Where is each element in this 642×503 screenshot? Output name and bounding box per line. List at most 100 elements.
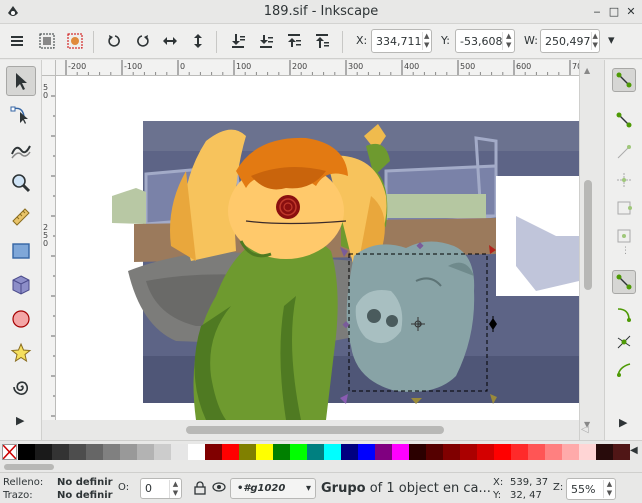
layer-dropdown[interactable]: •#g1020 ▾ — [230, 478, 316, 499]
close-button[interactable]: ✕ — [624, 5, 638, 19]
vertical-scroll-thumb[interactable] — [584, 180, 592, 290]
w-spinner[interactable]: ▲ ▼ — [590, 32, 600, 50]
lock-icon[interactable] — [194, 481, 206, 498]
rotate-cw-icon[interactable] — [131, 30, 153, 52]
color-swatch[interactable] — [494, 444, 511, 460]
snap-path-intersections-icon[interactable] — [612, 330, 636, 354]
horizontal-ruler[interactable]: -200 -100 0 100 200 300 400 500 600 700 — [56, 60, 579, 76]
color-swatch[interactable] — [69, 444, 86, 460]
w-field[interactable]: 250,497 ▲ ▼ — [540, 29, 600, 53]
flip-vertical-icon[interactable] — [187, 30, 209, 52]
snap-bbox-centers-icon[interactable] — [612, 224, 636, 248]
color-swatch[interactable] — [290, 444, 307, 460]
color-swatch[interactable] — [137, 444, 154, 460]
horizontal-scrollbar[interactable]: ◁ — [56, 420, 589, 440]
palette-scrollbar[interactable] — [0, 462, 642, 472]
snap-bbox-icon[interactable] — [612, 108, 636, 132]
opacity-spinner[interactable]: ▲ ▼ — [169, 479, 181, 498]
ellipse-tool[interactable] — [6, 304, 36, 334]
x-spinner[interactable]: ▲ ▼ — [421, 32, 432, 50]
zoom-tool[interactable] — [6, 168, 36, 198]
color-swatch[interactable] — [511, 444, 528, 460]
opacity-field[interactable]: 0 ▲ ▼ — [140, 478, 182, 499]
color-swatch[interactable] — [307, 444, 324, 460]
horizontal-scroll-thumb[interactable] — [186, 426, 444, 434]
lower-icon[interactable] — [255, 30, 277, 52]
color-swatch[interactable] — [273, 444, 290, 460]
3d-box-tool[interactable] — [6, 270, 36, 300]
x-field[interactable]: 334,711 ▲ ▼ — [371, 29, 432, 53]
snap-bbox-corners-icon[interactable] — [612, 168, 636, 192]
zoom-field[interactable]: 55% ▲ ▼ — [566, 478, 616, 500]
color-swatch[interactable] — [358, 444, 375, 460]
color-swatch[interactable] — [171, 444, 188, 460]
color-swatch[interactable] — [613, 444, 630, 460]
toolbox-more-arrow-icon[interactable]: ▶ — [16, 414, 24, 427]
canvas[interactable] — [56, 76, 579, 420]
snap-toggle-icon[interactable] — [612, 68, 636, 92]
color-swatch[interactable] — [409, 444, 426, 460]
minimize-button[interactable]: ‒ — [590, 5, 604, 19]
color-swatch[interactable] — [460, 444, 477, 460]
color-swatch[interactable] — [562, 444, 579, 460]
snap-cusp-nodes-icon[interactable] — [612, 358, 636, 382]
maximize-button[interactable]: □ — [607, 5, 621, 19]
raise-icon[interactable] — [283, 30, 305, 52]
visibility-icon[interactable] — [212, 481, 226, 496]
color-swatch[interactable] — [239, 444, 256, 460]
palette-menu-arrow-icon[interactable]: ◀ — [630, 445, 638, 456]
color-swatch[interactable] — [35, 444, 52, 460]
no-paint-swatch-icon[interactable] — [2, 444, 17, 460]
color-swatch[interactable] — [18, 444, 35, 460]
measure-tool[interactable] — [6, 202, 36, 232]
color-swatch[interactable] — [426, 444, 443, 460]
stroke-value[interactable]: No definir — [57, 490, 113, 501]
star-tool[interactable] — [6, 338, 36, 368]
snap-bbox-edges-icon[interactable] — [612, 140, 636, 164]
snap-more-arrow-icon[interactable]: ▶ — [619, 416, 627, 429]
selector-tool[interactable] — [6, 66, 36, 96]
rotate-ccw-icon[interactable] — [104, 30, 126, 52]
select-all-layers-icon[interactable] — [64, 30, 86, 52]
color-swatch[interactable] — [154, 444, 171, 460]
color-swatch[interactable] — [477, 444, 494, 460]
tweak-tool[interactable] — [6, 134, 36, 164]
color-swatch[interactable] — [579, 444, 596, 460]
color-swatch[interactable] — [120, 444, 137, 460]
color-swatch[interactable] — [52, 444, 69, 460]
snap-bbox-midpoints-icon[interactable] — [612, 196, 636, 220]
y-spinner[interactable]: ▲ ▼ — [502, 32, 514, 50]
spiral-tool[interactable] — [6, 372, 36, 402]
color-swatch[interactable] — [188, 444, 205, 460]
lower-to-bottom-icon[interactable] — [227, 30, 249, 52]
zoom-spinner[interactable]: ▲ ▼ — [603, 480, 615, 498]
color-swatch[interactable] — [324, 444, 341, 460]
color-swatch[interactable] — [341, 444, 358, 460]
color-swatch[interactable] — [596, 444, 613, 460]
fill-value[interactable]: No definir — [57, 477, 113, 488]
color-swatch[interactable] — [103, 444, 120, 460]
color-swatch[interactable] — [256, 444, 273, 460]
snap-paths-icon[interactable] — [612, 302, 636, 326]
vertical-scrollbar[interactable]: ▲ ▼ — [579, 60, 596, 440]
vertical-ruler[interactable]: 5 0 2 5 0 — [42, 76, 56, 420]
color-swatch[interactable] — [375, 444, 392, 460]
select-all-icon[interactable] — [36, 30, 58, 52]
menu-icon[interactable] — [6, 30, 28, 52]
scroll-right-icon[interactable]: ◁ — [581, 424, 589, 435]
scroll-up-icon[interactable]: ▲ — [584, 66, 590, 75]
color-swatch[interactable] — [222, 444, 239, 460]
color-swatch[interactable] — [528, 444, 545, 460]
color-swatch[interactable] — [86, 444, 103, 460]
node-tool[interactable] — [6, 100, 36, 130]
color-swatch[interactable] — [545, 444, 562, 460]
color-swatch[interactable] — [205, 444, 222, 460]
color-swatch[interactable] — [443, 444, 460, 460]
toolbar-overflow-button[interactable]: ▾ — [608, 33, 615, 48]
palette-scroll-thumb[interactable] — [4, 464, 54, 470]
rectangle-tool[interactable] — [6, 236, 36, 266]
color-swatch[interactable] — [392, 444, 409, 460]
raise-to-top-icon[interactable] — [311, 30, 333, 52]
snap-nodes-icon[interactable] — [612, 270, 636, 294]
flip-horizontal-icon[interactable] — [159, 30, 181, 52]
